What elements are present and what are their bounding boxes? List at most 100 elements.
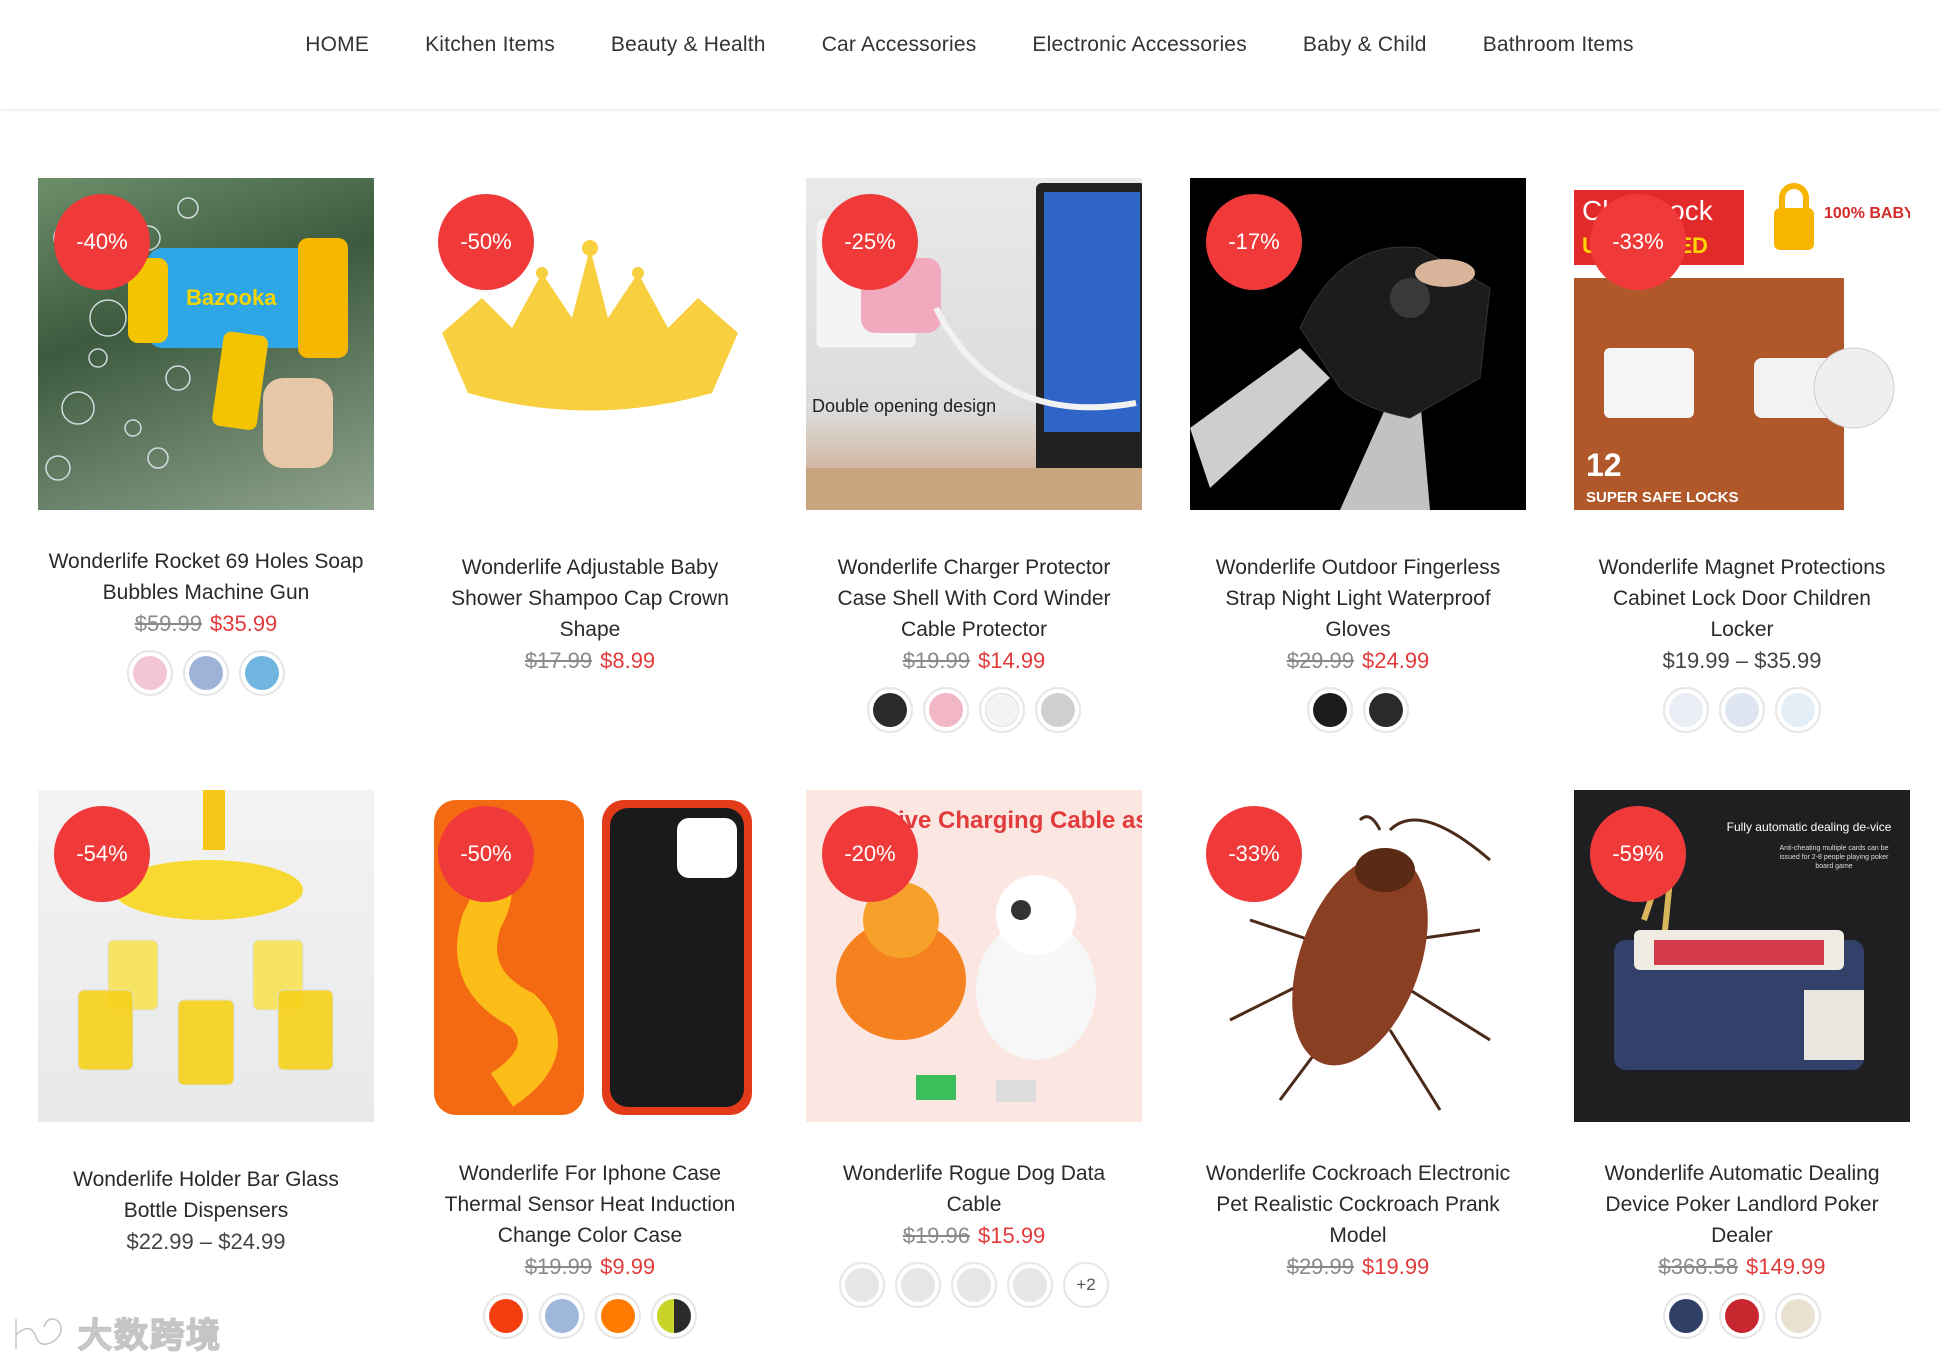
- discount-badge: -17%: [1206, 194, 1302, 290]
- variant-swatch[interactable]: [1719, 687, 1765, 733]
- product-card: -50% Wonderlife Adjustable Baby Shower S…: [422, 178, 758, 790]
- image-caption: ive Charging Cable ast and Safe: [898, 807, 1142, 834]
- product-title[interactable]: Wonderlife Magnet Protections Cabinet Lo…: [1574, 552, 1910, 645]
- variant-swatch[interactable]: [1363, 687, 1409, 733]
- product-price: $17.99 $8.99: [422, 645, 758, 677]
- product-title[interactable]: Wonderlife Charger Protector Case Shell …: [806, 552, 1142, 645]
- variant-swatch[interactable]: [239, 650, 285, 696]
- product-image[interactable]: Bazooka -40%: [38, 178, 374, 510]
- nav-kitchen-items[interactable]: Kitchen Items: [397, 33, 583, 57]
- original-price: $29.99: [1286, 1254, 1354, 1279]
- product-title[interactable]: Wonderlife Adjustable Baby Shower Shampo…: [422, 552, 758, 645]
- product-title[interactable]: Wonderlife Outdoor Fingerless Strap Nigh…: [1190, 552, 1526, 645]
- variant-swatches: [38, 650, 374, 696]
- nav-electronic-accessories[interactable]: Electronic Accessories: [1004, 33, 1274, 57]
- product-title[interactable]: Wonderlife Cockroach Electronic Pet Real…: [1190, 1158, 1526, 1251]
- sale-price: $35.99: [210, 611, 278, 636]
- discount-badge: -54%: [54, 806, 150, 902]
- variant-swatch[interactable]: [1663, 687, 1709, 733]
- sale-price: $15.99: [978, 1223, 1046, 1248]
- product-card: Double opening design -25% Wonderlife Ch…: [806, 178, 1142, 790]
- nav-car-accessories[interactable]: Car Accessories: [794, 33, 1005, 57]
- product-title[interactable]: Wonderlife Holder Bar Glass Bottle Dispe…: [38, 1164, 374, 1226]
- nav-home[interactable]: HOME: [277, 33, 397, 57]
- nav-beauty-health[interactable]: Beauty & Health: [583, 33, 794, 57]
- variant-swatch[interactable]: [1307, 687, 1353, 733]
- product-price: $19.99 $14.99: [806, 645, 1142, 677]
- variant-swatch[interactable]: [651, 1293, 697, 1339]
- product-price: $29.99 $24.99: [1190, 645, 1526, 677]
- product-image[interactable]: Child Lock UPGRADED 100% BABY PROOF 12 S…: [1574, 178, 1910, 510]
- variant-swatch[interactable]: [1775, 687, 1821, 733]
- image-text-super-safe: SUPER SAFE LOCKS: [1586, 489, 1739, 506]
- variant-swatch[interactable]: [839, 1262, 885, 1308]
- product-title[interactable]: Wonderlife Automatic Dealing Device Poke…: [1574, 1158, 1910, 1251]
- variant-swatch[interactable]: [539, 1293, 585, 1339]
- watermark-logo-icon: [13, 1316, 64, 1349]
- bazooka-label: Bazooka: [186, 285, 277, 310]
- product-price: $19.99 $9.99: [422, 1251, 758, 1283]
- product-title[interactable]: Wonderlife Rogue Dog Data Cable: [806, 1158, 1142, 1220]
- variant-swatch[interactable]: [183, 650, 229, 696]
- product-card: -50% Wonderlife For Iphone Case Thermal …: [422, 790, 758, 1363]
- variant-swatch[interactable]: [923, 687, 969, 733]
- discount-badge: -20%: [822, 806, 918, 902]
- variant-swatch[interactable]: [1775, 1293, 1821, 1339]
- original-price: $19.99: [902, 648, 970, 673]
- discount-badge: -59%: [1590, 806, 1686, 902]
- nav-bathroom-items[interactable]: Bathroom Items: [1455, 33, 1662, 57]
- watermark: 大数跨境: [10, 1308, 222, 1357]
- variant-swatch[interactable]: [595, 1293, 641, 1339]
- variant-swatches: [422, 1293, 758, 1339]
- top-navigation: HOME Kitchen Items Beauty & Health Car A…: [0, 0, 1939, 110]
- product-price: $19.99 – $35.99: [1574, 645, 1910, 677]
- discount-badge: -25%: [822, 194, 918, 290]
- product-grid: Bazooka -40% Wonderlife Rocket 69 Holes …: [38, 178, 1918, 1363]
- more-variants-button[interactable]: +2: [1063, 1262, 1109, 1308]
- product-image[interactable]: Fully automatic dealing de-vice Anti-che…: [1574, 790, 1910, 1122]
- product-image[interactable]: -50%: [422, 790, 758, 1122]
- nav-baby-child[interactable]: Baby & Child: [1275, 33, 1455, 57]
- discount-badge: -50%: [438, 194, 534, 290]
- image-text-12: 12: [1586, 447, 1622, 483]
- sale-price: $149.99: [1746, 1254, 1826, 1279]
- variant-swatches: [1190, 687, 1526, 733]
- discount-badge: -40%: [54, 194, 150, 290]
- discount-badge: -50%: [438, 806, 534, 902]
- image-text-headline: Fully automatic dealing de-vice: [1726, 820, 1892, 834]
- product-title[interactable]: Wonderlife For Iphone Case Thermal Senso…: [422, 1158, 758, 1251]
- product-image[interactable]: -33%: [1190, 790, 1526, 1122]
- product-image[interactable]: -50%: [422, 178, 758, 510]
- variant-swatch[interactable]: [1035, 687, 1081, 733]
- variant-swatch[interactable]: [1719, 1293, 1765, 1339]
- product-image[interactable]: -54%: [38, 790, 374, 1122]
- variant-swatch[interactable]: [979, 687, 1025, 733]
- discount-badge: -33%: [1590, 194, 1686, 290]
- variant-swatch[interactable]: [483, 1293, 529, 1339]
- product-image[interactable]: ive Charging Cable ast and Safe -20%: [806, 790, 1142, 1122]
- variant-swatch[interactable]: [895, 1262, 941, 1308]
- product-card: Fully automatic dealing de-vice Anti-che…: [1574, 790, 1910, 1363]
- original-price: $59.99: [134, 611, 202, 636]
- product-price: $22.99 – $24.99: [38, 1226, 374, 1258]
- product-image[interactable]: Double opening design -25%: [806, 178, 1142, 510]
- variant-swatch[interactable]: [1007, 1262, 1053, 1308]
- variant-swatch[interactable]: [951, 1262, 997, 1308]
- original-price: $19.96: [902, 1223, 970, 1248]
- product-card: -54% Wonderlife Holder Bar Glass Bottle …: [38, 790, 374, 1363]
- product-card: -17% Wonderlife Outdoor Fingerless Strap…: [1190, 178, 1526, 790]
- product-title[interactable]: Wonderlife Rocket 69 Holes Soap Bubbles …: [38, 546, 374, 608]
- product-image[interactable]: -17%: [1190, 178, 1526, 510]
- variant-swatch[interactable]: [867, 687, 913, 733]
- product-price: $29.99 $19.99: [1190, 1251, 1526, 1283]
- discount-badge: -33%: [1206, 806, 1302, 902]
- original-price: $368.58: [1658, 1254, 1738, 1279]
- variant-swatch[interactable]: [127, 650, 173, 696]
- product-price: $19.96 $15.99: [806, 1220, 1142, 1252]
- sale-price: $8.99: [600, 648, 656, 673]
- sale-price: $9.99: [600, 1254, 656, 1279]
- product-price: $59.99 $35.99: [38, 608, 374, 640]
- variant-swatch[interactable]: [1663, 1293, 1709, 1339]
- variant-swatches: [1574, 687, 1910, 733]
- sale-price: $24.99: [1362, 648, 1430, 673]
